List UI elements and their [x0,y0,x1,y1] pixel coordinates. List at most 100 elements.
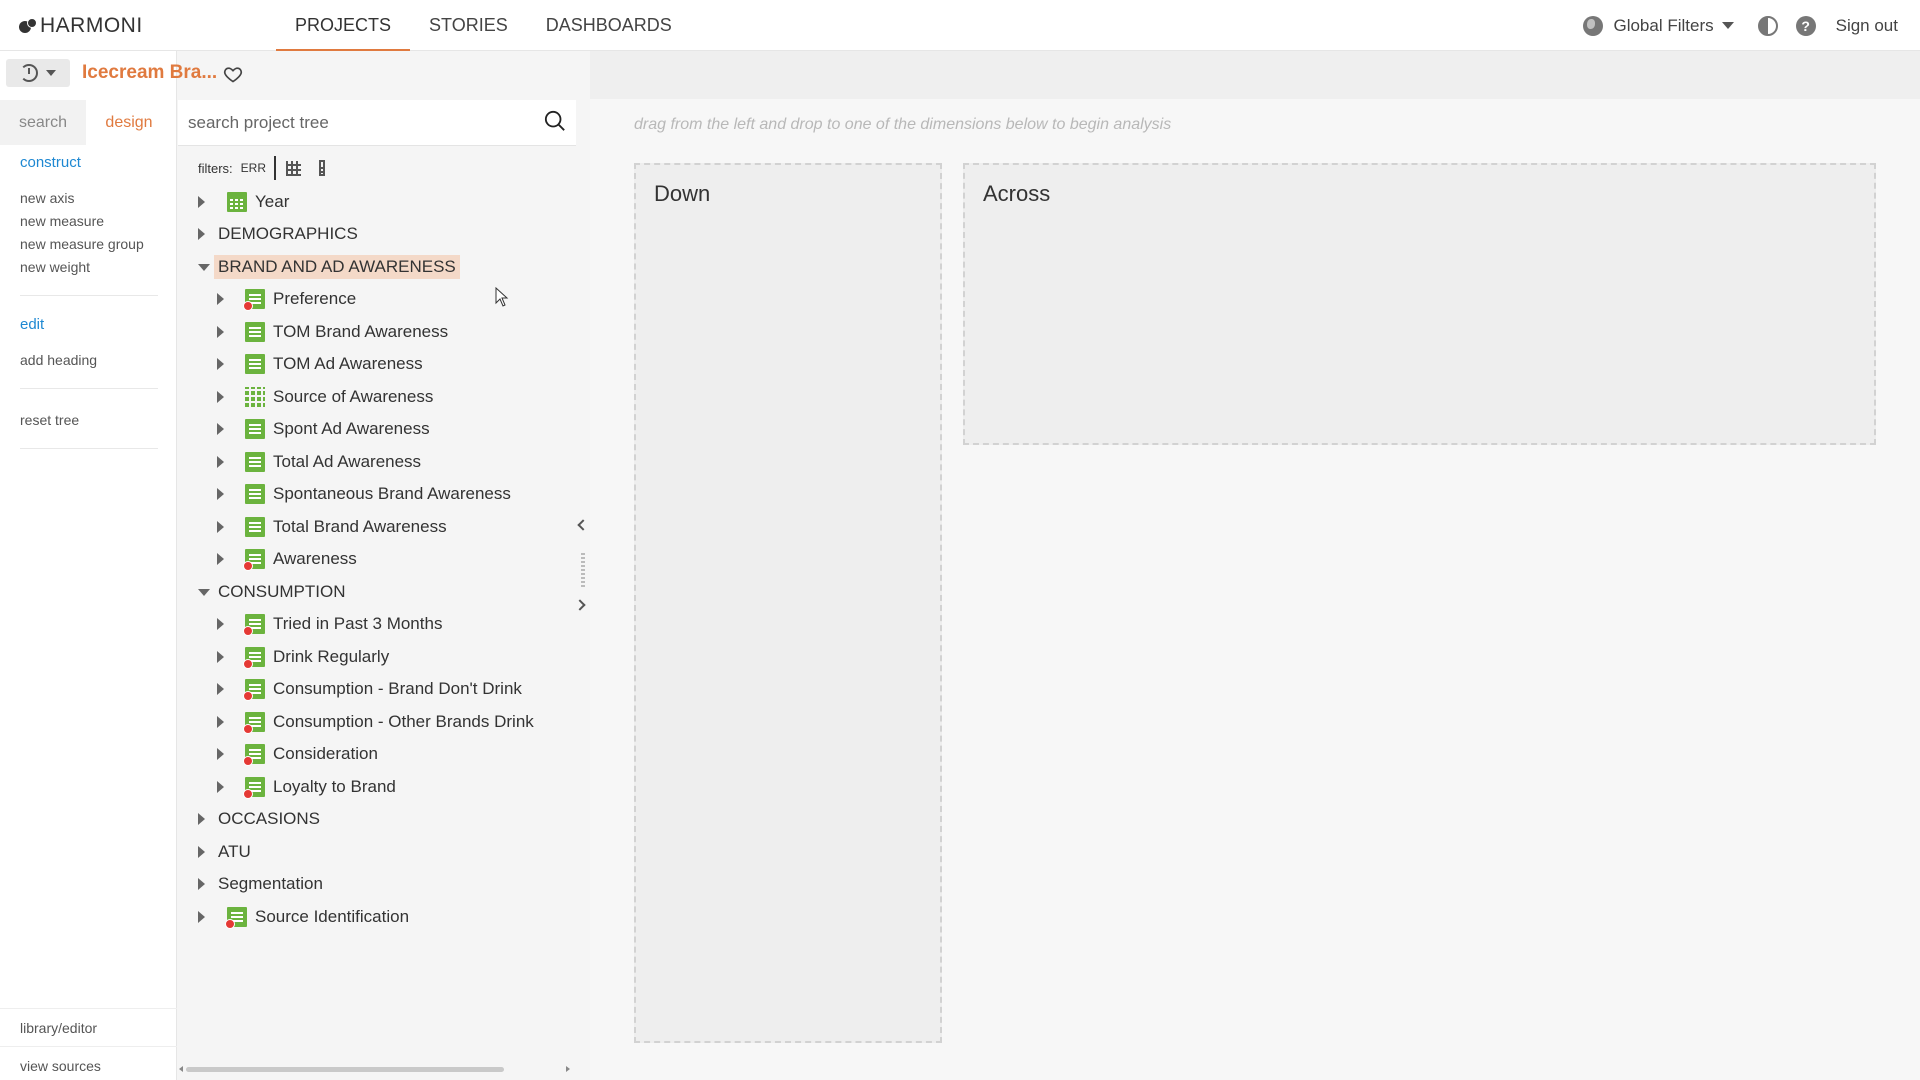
expand-arrow-icon[interactable] [217,488,224,500]
measure-group-icon [225,907,247,929]
expand-arrow-icon[interactable] [217,521,224,533]
construct-heading[interactable]: construct [20,154,160,171]
tree-node-label: Consumption - Other Brands Drink [273,712,534,731]
logo-text: HARMONI [40,14,143,37]
measure-group-icon [243,712,265,734]
sign-out-link[interactable]: Sign out [1836,16,1898,36]
tree-node-label: Year [255,192,290,211]
expand-arrow-icon[interactable] [198,911,205,923]
tree-node-label: Awareness [273,549,357,568]
calendar-icon [227,192,247,212]
expand-arrow-icon[interactable] [217,326,224,338]
divider [20,448,158,449]
measure-icon [245,354,265,374]
divider [20,388,158,389]
tab-design[interactable]: design [86,100,172,145]
reset-tree-link[interactable]: reset tree [20,409,160,432]
expand-arrow-icon[interactable] [217,618,224,630]
collapse-arrow-icon[interactable] [198,588,210,596]
tree-node-label: Consideration [273,744,378,763]
measure-icon [245,517,265,537]
expand-arrow-icon[interactable] [198,846,205,858]
design-menu: construct new axis new measure new measu… [20,154,160,469]
measure-group-icon [243,647,265,669]
chevron-right-icon[interactable] [574,599,586,611]
theme-toggle-button[interactable] [1757,15,1778,36]
tree-search-box [178,100,576,146]
collapse-arrow-icon[interactable] [198,263,210,271]
tab-dashboards[interactable]: DASHBOARDS [527,0,691,51]
new-axis-link[interactable]: new axis [20,187,160,210]
column-filter-icon[interactable] [319,160,326,176]
expand-arrow-icon[interactable] [217,391,224,403]
measure-icon [245,419,265,439]
measure-icon [245,452,265,472]
tab-stories[interactable]: STORIES [410,0,527,51]
drag-handle-icon[interactable] [581,551,585,587]
panel-splitter[interactable] [574,51,590,1080]
expand-arrow-icon[interactable] [198,813,205,825]
expand-arrow-icon[interactable] [217,293,224,305]
expand-arrow-icon[interactable] [217,781,224,793]
tab-projects[interactable]: PROJECTS [276,0,411,51]
add-heading-link[interactable]: add heading [20,349,160,372]
library-editor-link[interactable]: library/editor [0,1008,177,1046]
measure-group-icon [243,744,265,766]
tree-node-label: Total Ad Awareness [273,452,422,471]
measure-group-icon [243,549,265,571]
measure-group-icon [243,614,265,636]
err-filter-button[interactable]: ERR [241,161,266,175]
down-drop-zone[interactable]: Down [634,163,942,1043]
tree-node-label: Source Identification [255,907,410,926]
project-title[interactable]: Icecream Bra... [82,62,217,84]
tree-node-label: Total Brand Awareness [273,517,447,536]
help-icon: ? [1795,15,1816,36]
view-sources-link[interactable]: view sources [0,1046,177,1080]
tab-search[interactable]: search [0,100,86,145]
expand-arrow-icon[interactable] [217,748,224,760]
divider [20,295,158,296]
chevron-left-icon[interactable] [577,519,589,531]
scroll-right-icon[interactable] [566,1066,570,1072]
new-measure-link[interactable]: new measure [20,210,160,233]
drop-hint-text: drag from the left and drop to one of th… [634,116,1172,133]
expand-arrow-icon[interactable] [217,716,224,728]
expand-arrow-icon[interactable] [217,651,224,663]
search-icon[interactable] [544,110,566,132]
tree-node-label: Spontaneous Brand Awareness [273,484,511,503]
tree-filters: filters: ERR [198,156,326,180]
tree-node-label: Consumption - Brand Don't Drink [273,679,522,698]
expand-arrow-icon[interactable] [217,456,224,468]
measure-group-icon [243,777,265,799]
help-button[interactable]: ? [1795,15,1816,36]
tree-node-label: TOM Ad Awareness [273,354,423,373]
scrollbar-thumb[interactable] [186,1067,504,1072]
logo-mark-icon [18,17,37,35]
tree-horizontal-scrollbar[interactable] [178,1063,576,1075]
grid-measure-icon [245,387,265,407]
history-button[interactable] [6,59,70,87]
new-weight-link[interactable]: new weight [20,256,160,279]
expand-arrow-icon[interactable] [198,196,205,208]
new-measure-group-link[interactable]: new measure group [20,233,160,256]
expand-arrow-icon[interactable] [217,358,224,370]
expand-arrow-icon[interactable] [198,228,205,240]
grid-filter-icon[interactable] [286,160,302,176]
scroll-left-icon[interactable] [179,1066,183,1072]
search-input[interactable] [188,108,518,138]
top-nav-bar: HARMONI PROJECTS STORIES DASHBOARDS Glob… [0,0,1920,51]
divider [274,156,277,180]
across-drop-zone[interactable]: Across [963,163,1876,445]
harmoni-logo[interactable]: HARMONI [18,14,143,38]
global-filters-button[interactable]: Global Filters [1583,15,1734,36]
expand-arrow-icon[interactable] [217,423,224,435]
heart-icon[interactable] [223,64,243,84]
tree-node-label: Drink Regularly [273,647,390,666]
top-right-controls: Global Filters ? Sign out [1565,0,1898,51]
expand-arrow-icon[interactable] [198,878,205,890]
tree-node-label: Segmentation [218,874,323,893]
expand-arrow-icon[interactable] [217,553,224,565]
expand-arrow-icon[interactable] [217,683,224,695]
edit-heading[interactable]: edit [20,316,160,333]
measure-icon [245,322,265,342]
